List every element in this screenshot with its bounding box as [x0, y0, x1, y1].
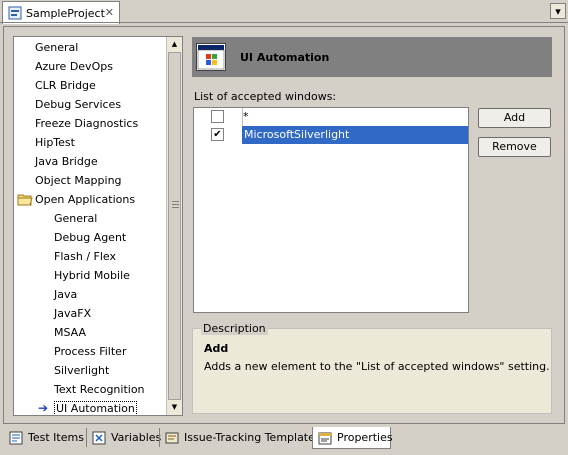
description-caption: Description: [201, 322, 268, 335]
editor-tab-sampleproject[interactable]: SampleProject ✕: [2, 1, 120, 24]
arrow-right-icon: ➔: [38, 401, 49, 415]
issue-tracking-icon: [165, 431, 179, 445]
tree-item-label: Flash / Flex: [54, 250, 116, 263]
settings-tree[interactable]: General Azure DevOps CLR Bridge Debug Servi…: [13, 36, 183, 416]
tab-label: Test Items: [28, 431, 84, 444]
editor-tab-label: SampleProject: [26, 6, 105, 20]
tree-item-label: UI Automation: [54, 401, 137, 415]
page-title: UI Automation: [240, 50, 330, 64]
tree-item[interactable]: Text Recognition: [54, 380, 145, 399]
window-name-cell: MicrosoftSilverlight: [244, 128, 350, 141]
editor-tab-strip: SampleProject ✕ ▾: [0, 0, 568, 24]
tree-item-label: Java: [54, 288, 78, 301]
scroll-up-icon[interactable]: ▲: [167, 37, 182, 52]
accepted-windows-table[interactable]: * ✔ MicrosoftSilverlight: [193, 107, 469, 313]
tree-item-label: MSAA: [54, 326, 87, 339]
project-icon: [8, 6, 22, 20]
windows-list-label: List of accepted windows:: [194, 90, 337, 103]
close-icon[interactable]: ✕: [105, 6, 114, 19]
tree-item-label: Open Applications: [35, 193, 136, 206]
tree-item[interactable]: Object Mapping: [35, 171, 122, 190]
chevron-down-icon: ▾: [555, 4, 561, 18]
window-name-cell: *: [243, 110, 249, 123]
tree-item-label: Hybrid Mobile: [54, 269, 130, 282]
description-title: Add: [204, 342, 229, 355]
remove-button-label: Remove: [492, 140, 537, 153]
tree-item[interactable]: General: [35, 38, 78, 57]
tree-item-label: HipTest: [35, 136, 75, 149]
tree-item-label: Java Bridge: [35, 155, 98, 168]
variables-icon: [92, 431, 106, 445]
bottom-tab-bar: Test Items Variables Issue-Tracking Temp…: [0, 425, 568, 455]
row-checkbox[interactable]: [211, 110, 224, 123]
tab-strip-divider: [0, 22, 568, 23]
tree-item[interactable]: CLR Bridge: [35, 76, 96, 95]
tree-item[interactable]: MSAA: [54, 323, 86, 342]
tab-label: Issue-Tracking Templates: [184, 431, 321, 444]
add-button-label: Add: [503, 111, 526, 124]
tree-item-label: Process Filter: [54, 345, 127, 358]
tree-item-label: CLR Bridge: [35, 79, 96, 92]
tree-item-label: JavaFX: [54, 307, 92, 320]
window-icon: [196, 43, 226, 71]
tree-item-label: Silverlight: [54, 364, 110, 377]
tree-item[interactable]: Azure DevOps: [35, 57, 113, 76]
tree-item-label: General: [35, 41, 79, 54]
folder-open-icon: [17, 193, 33, 206]
settings-header: UI Automation: [192, 37, 552, 77]
test-items-icon: [9, 431, 23, 445]
tree-item-label: Freeze Diagnostics: [35, 117, 139, 130]
tab-label: Properties: [337, 430, 393, 444]
tab-label: Variables: [111, 431, 162, 444]
tree-item[interactable]: General: [54, 209, 97, 228]
description-body: Adds a new element to the "List of accep…: [204, 360, 550, 373]
properties-icon: [318, 431, 332, 445]
add-button[interactable]: Add: [478, 108, 551, 128]
tree-item[interactable]: Debug Agent: [54, 228, 126, 247]
tree-item[interactable]: Open Applications: [17, 190, 136, 209]
scroll-down-icon[interactable]: ▼: [167, 400, 182, 415]
tree-item[interactable]: Hybrid Mobile: [54, 266, 130, 285]
tree-item[interactable]: ➔ UI Automation: [38, 399, 137, 415]
tree-item-label: General: [54, 212, 98, 225]
tab-issue-tracking-templates[interactable]: Issue-Tracking Templates: [160, 428, 321, 448]
tree-scroll-thumb[interactable]: [168, 52, 181, 400]
table-row[interactable]: ✔ MicrosoftSilverlight: [194, 126, 468, 144]
tree-item[interactable]: HipTest: [35, 133, 75, 152]
tree-item[interactable]: Freeze Diagnostics: [35, 114, 138, 133]
tab-variables[interactable]: Variables: [87, 428, 162, 448]
row-checkbox[interactable]: ✔: [211, 128, 224, 141]
tree-item[interactable]: Java: [54, 285, 77, 304]
tree-item[interactable]: Java Bridge: [35, 152, 98, 171]
tab-properties[interactable]: Properties: [312, 427, 393, 449]
tree-item-label: Object Mapping: [35, 174, 122, 187]
table-row[interactable]: *: [194, 108, 468, 126]
tree-item-label: Debug Services: [35, 98, 122, 111]
tree-item-label: Azure DevOps: [35, 60, 113, 73]
tree-item-label: Debug Agent: [54, 231, 127, 244]
tree-item[interactable]: JavaFX: [54, 304, 91, 323]
tree-item-label: Text Recognition: [54, 383, 145, 396]
tree-item[interactable]: Flash / Flex: [54, 247, 116, 266]
tab-test-items[interactable]: Test Items: [4, 428, 86, 448]
tree-item[interactable]: Silverlight: [54, 361, 109, 380]
remove-button[interactable]: Remove: [478, 137, 551, 157]
tree-item[interactable]: Debug Services: [35, 95, 121, 114]
tab-menu-button[interactable]: ▾: [550, 3, 566, 19]
tree-scrollbar[interactable]: ▲ ▼: [166, 37, 182, 415]
tree-item[interactable]: Process Filter: [54, 342, 126, 361]
